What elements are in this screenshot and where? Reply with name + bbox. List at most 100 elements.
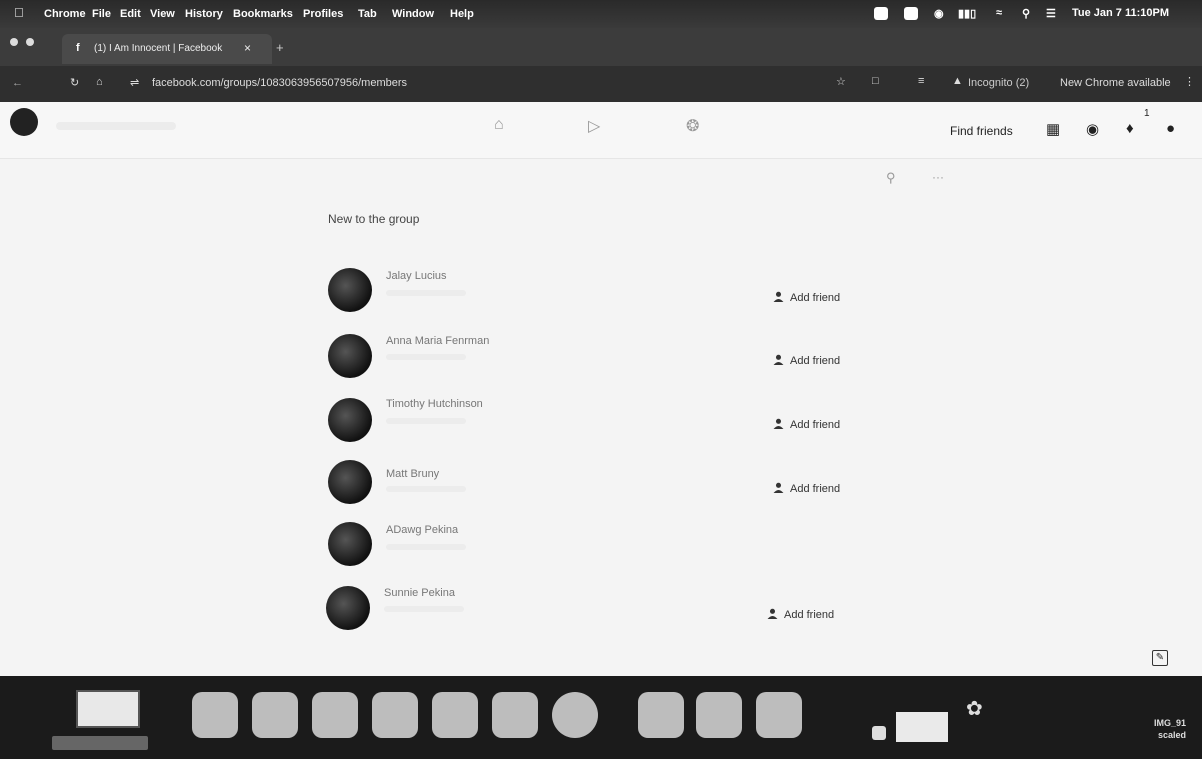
- desktop-file-name-line2: scaled: [1158, 730, 1187, 740]
- avatar[interactable]: [328, 334, 372, 378]
- menu-help[interactable]: Help: [450, 8, 474, 20]
- avatar[interactable]: [328, 460, 372, 504]
- finder-thumbnail[interactable]: [76, 690, 140, 728]
- app-icon[interactable]: [756, 692, 802, 738]
- wifi-icon[interactable]: ≈: [996, 7, 1002, 19]
- whatsapp-icon[interactable]: [696, 692, 742, 738]
- messages-status-icon[interactable]: [874, 7, 888, 23]
- messages-icon[interactable]: [312, 692, 358, 738]
- section-title: New to the group: [328, 212, 420, 226]
- add-friend-icon: [773, 354, 784, 365]
- new-tab-button[interactable]: +: [276, 40, 284, 55]
- facebook-logo-icon[interactable]: [10, 108, 38, 136]
- app-icon[interactable]: [872, 726, 886, 740]
- photos-icon[interactable]: [372, 692, 418, 738]
- member-name[interactable]: Jalay Lucius: [386, 270, 447, 282]
- tab-close-button[interactable]: ×: [244, 41, 251, 55]
- incognito-label[interactable]: Incognito (2): [968, 77, 1029, 89]
- address-bar-url[interactable]: facebook.com/groups/1083063956507956/mem…: [152, 77, 407, 89]
- avatar[interactable]: [326, 586, 370, 630]
- add-friend-label: Add friend: [790, 355, 841, 367]
- menu-profiles[interactable]: Profiles: [303, 8, 343, 20]
- trash-icon[interactable]: ✿: [966, 696, 983, 721]
- media-controls-icon[interactable]: ≡: [918, 75, 924, 87]
- update-chrome-button[interactable]: New Chrome available: [1060, 77, 1171, 89]
- bookmark-star-icon[interactable]: ☆: [836, 75, 846, 88]
- window-control-dot[interactable]: [26, 38, 34, 46]
- menu-window[interactable]: Window: [392, 8, 434, 20]
- video-nav-icon[interactable]: ▷: [588, 116, 600, 136]
- avatar[interactable]: [328, 268, 372, 312]
- home-nav-icon[interactable]: ⌂: [494, 116, 504, 134]
- member-meta: [386, 290, 466, 296]
- menu-view[interactable]: View: [150, 8, 175, 20]
- downloads-stack-icon[interactable]: [896, 712, 948, 742]
- notes-icon[interactable]: [492, 692, 538, 738]
- home-icon[interactable]: ⌂: [96, 76, 103, 88]
- control-center-icon[interactable]: ☰: [1046, 7, 1056, 20]
- menu-history[interactable]: History: [185, 8, 223, 20]
- finder-icon[interactable]: [192, 692, 238, 738]
- desktop-file-name[interactable]: IMG_91: [1154, 718, 1186, 728]
- browser-tab[interactable]: f (1) I Am Innocent | Facebook × +: [62, 34, 284, 64]
- facetime-icon[interactable]: [432, 692, 478, 738]
- compose-icon[interactable]: ✎: [1152, 650, 1168, 666]
- add-friend-button[interactable]: Add friend: [773, 482, 840, 495]
- facebook-header: ⌂ ▷ ❂ Find friends ▦ ◉ ♦ 1 ●: [0, 102, 1202, 159]
- chrome-menu-icon[interactable]: ⋮: [1184, 75, 1195, 88]
- menu-bar:  Chrome File Edit View History Bookmark…: [0, 0, 1202, 28]
- notifications-icon[interactable]: ♦: [1126, 120, 1134, 137]
- more-options-button[interactable]: ···: [932, 170, 944, 184]
- add-friend-icon: [773, 418, 784, 429]
- extensions-icon[interactable]: □: [872, 75, 879, 87]
- add-friend-label: Add friend: [790, 483, 841, 495]
- menu-tab[interactable]: Tab: [358, 8, 377, 20]
- menu-file[interactable]: File: [92, 8, 111, 20]
- member-name[interactable]: Sunnie Pekina: [384, 587, 455, 599]
- search-facebook-input[interactable]: [56, 122, 176, 130]
- chrome-icon[interactable]: [552, 692, 598, 738]
- play-status-icon[interactable]: ◉: [934, 7, 944, 20]
- find-friends-link[interactable]: Find friends: [950, 124, 1013, 138]
- member-meta: [386, 544, 466, 550]
- spotlight-icon[interactable]: ⚲: [1022, 7, 1030, 20]
- facebook-favicon-icon: f: [76, 42, 80, 54]
- dock-file-preview[interactable]: [52, 736, 148, 750]
- menu-edit[interactable]: Edit: [120, 8, 141, 20]
- add-friend-icon: [773, 482, 784, 493]
- add-friend-button[interactable]: Add friend: [773, 354, 840, 367]
- window-control-dot[interactable]: [10, 38, 18, 46]
- launchpad-icon[interactable]: [252, 692, 298, 738]
- add-friend-label: Add friend: [784, 609, 835, 621]
- add-friend-label: Add friend: [790, 292, 841, 304]
- member-meta: [386, 486, 466, 492]
- messenger-icon[interactable]: ◉: [1086, 120, 1099, 138]
- search-members-icon[interactable]: ⚲: [886, 170, 896, 186]
- screenshot-status-icon[interactable]: [904, 7, 918, 23]
- app-icon[interactable]: [638, 692, 684, 738]
- groups-nav-icon[interactable]: ❂: [686, 116, 699, 136]
- member-name[interactable]: ADawg Pekina: [386, 524, 458, 536]
- back-icon[interactable]: ←: [12, 77, 23, 89]
- menu-bookmarks[interactable]: Bookmarks: [233, 8, 293, 20]
- add-friend-button[interactable]: Add friend: [767, 608, 834, 621]
- apple-icon[interactable]: : [14, 5, 24, 20]
- site-info-icon[interactable]: ⇌: [130, 76, 139, 89]
- avatar[interactable]: [328, 398, 372, 442]
- member-name[interactable]: Timothy Hutchinson: [386, 398, 483, 410]
- battery-icon[interactable]: ▮▮▯: [958, 7, 976, 20]
- menu-clock[interactable]: Tue Jan 7 11:10PM: [1072, 7, 1169, 19]
- account-avatar-icon[interactable]: ●: [1166, 120, 1175, 137]
- reload-icon[interactable]: ↻: [70, 76, 79, 89]
- add-friend-button[interactable]: Add friend: [773, 418, 840, 431]
- menu-grid-icon[interactable]: ▦: [1046, 120, 1060, 138]
- add-friend-button[interactable]: Add friend: [773, 291, 840, 304]
- member-name[interactable]: Anna Maria Fenrman: [386, 335, 489, 347]
- browser-toolbar: ← ↻ ⌂ ⇌ facebook.com/groups/108306395650…: [0, 66, 1202, 102]
- notification-count-badge: 1: [1144, 108, 1150, 119]
- member-name[interactable]: Matt Bruny: [386, 468, 439, 480]
- incognito-icon: ▲: [952, 75, 963, 87]
- menu-app-name[interactable]: Chrome: [44, 8, 86, 20]
- avatar[interactable]: [328, 522, 372, 566]
- dock: [0, 676, 1202, 759]
